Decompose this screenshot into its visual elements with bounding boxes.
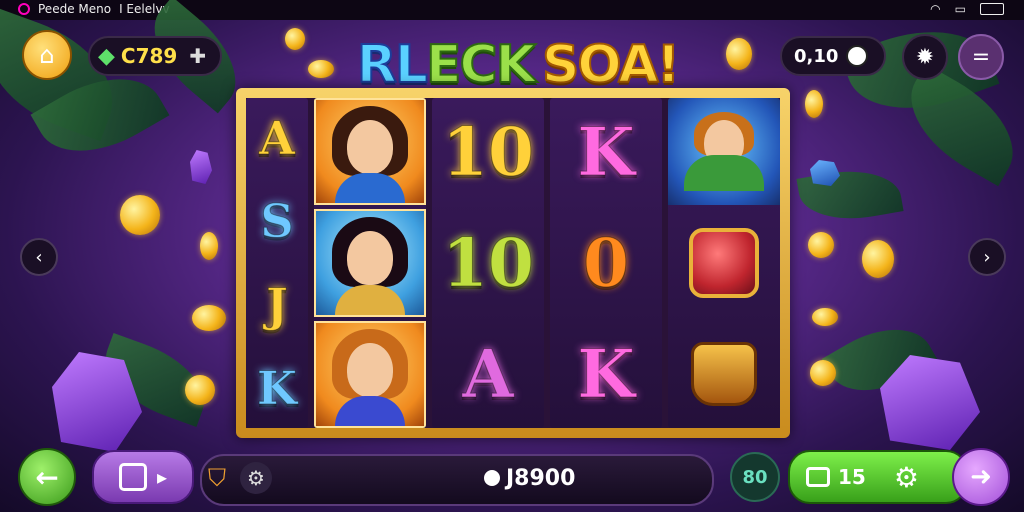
shield-icon: ⛉ [208, 464, 226, 492]
settings-badge-button[interactable]: ✹ [902, 34, 948, 80]
symbol-text: K [577, 335, 635, 414]
coin-decoration [285, 28, 305, 50]
coin-decoration [308, 60, 334, 78]
symbol-text: K [257, 361, 298, 416]
symbol-text: K [577, 112, 635, 191]
status-bar: Peede Meno I Eelelvv ◠ ▭ [0, 0, 1024, 20]
gear-icon[interactable]: ⚙ [894, 461, 919, 494]
woman-dark-hair-portrait [314, 98, 426, 206]
home-button[interactable]: ⌂ [22, 30, 72, 80]
coin-decoration [862, 240, 894, 278]
bet-value-button[interactable]: 80 [730, 452, 780, 502]
coin-decoration [192, 305, 226, 331]
symbol-text: 0 [583, 223, 630, 302]
lines-icon [806, 467, 830, 487]
coin-counter-pill[interactable]: 0,10 [780, 36, 886, 76]
reel-1: ASJK [246, 98, 308, 428]
coin-decoration [726, 38, 752, 70]
symbol-text: A [462, 335, 514, 414]
lines-value: 15 [838, 465, 866, 489]
symbol-k: K [550, 321, 662, 428]
symbol-0: 0 [550, 209, 662, 316]
symbol-k: K [550, 98, 662, 205]
symbol-text: 10 [442, 223, 535, 302]
hero-boy-symbol [668, 98, 780, 206]
symbol-10: 10 [432, 98, 544, 205]
prev-page-button[interactable]: ‹ [20, 238, 58, 276]
gold-pot-symbol [668, 321, 780, 428]
next-page-button[interactable]: › [968, 238, 1006, 276]
home-icon: ⌂ [39, 41, 55, 69]
coin-decoration [200, 232, 218, 260]
coin-decoration [120, 195, 160, 235]
red-gem-chest-symbol [668, 209, 780, 316]
green-gem-icon: ◆ [98, 43, 115, 69]
chevron-right-icon: › [983, 246, 991, 268]
back-button[interactable]: ← [18, 448, 76, 506]
symbol-text: A [259, 110, 296, 165]
reel-3: 10 10 A [432, 98, 544, 428]
symbol-s: S [246, 182, 308, 262]
coin-decoration [812, 308, 838, 326]
gem-balance-value: C789 [120, 44, 178, 68]
soccer-ball-icon [846, 45, 869, 67]
coin-decoration [805, 90, 823, 118]
symbol-text: 10 [442, 112, 535, 191]
bet-value: 80 [742, 466, 768, 488]
reels-grid: A S J K 10 10 A K 0 K [246, 98, 780, 428]
chevron-left-icon: ‹ [35, 246, 43, 268]
battery-icon [980, 3, 1004, 15]
gear-icon[interactable]: ⚙ [240, 462, 272, 494]
symbol-a: A [432, 321, 544, 428]
coin-decoration [808, 232, 834, 258]
arrow-right-icon: ➜ [970, 462, 992, 492]
woman-jungle-portrait [314, 209, 426, 317]
gem-balance-pill[interactable]: ◆ C789 ✚ [88, 36, 222, 76]
reel-4: K 0 K [550, 98, 662, 428]
app-icon [18, 3, 30, 15]
arrow-left-icon: ← [35, 460, 59, 494]
reel-2 [314, 98, 426, 428]
badge-icon: ✹ [915, 44, 935, 70]
add-gems-icon[interactable]: ✚ [189, 44, 206, 68]
coin-counter-value: 0,10 [794, 45, 839, 67]
symbol-text: S [260, 194, 294, 249]
symbol-10: 10 [432, 209, 544, 316]
square-icon [118, 463, 147, 491]
symbol-a: A [246, 98, 308, 178]
autoplay-toggle[interactable]: ▸ [92, 450, 194, 504]
girl-red-hair-portrait [314, 320, 426, 428]
signal-icon: ▭ [954, 2, 966, 16]
coin-icon [484, 470, 500, 486]
menu-icon: = [971, 44, 991, 70]
symbol-k: K [246, 349, 308, 429]
menu-button[interactable]: = [958, 34, 1004, 80]
status-left-text: Peede Meno [38, 2, 112, 16]
reel-frame: A S J K 10 10 A K 0 K [236, 88, 790, 438]
spin-button[interactable]: ➜ [952, 448, 1010, 506]
reel-5 [668, 98, 780, 428]
balance-value: J8900 [506, 466, 576, 491]
wifi-icon: ◠ [930, 2, 941, 16]
balance-bar: ⛉ ⚙ J8900 [200, 454, 714, 506]
coin-decoration [810, 360, 836, 386]
symbol-text: J [266, 277, 289, 332]
play-icon: ▸ [156, 465, 168, 489]
coin-decoration [185, 375, 215, 405]
symbol-j: J [246, 265, 308, 345]
lines-settings-pill[interactable]: 15 ⚙ [788, 450, 968, 504]
